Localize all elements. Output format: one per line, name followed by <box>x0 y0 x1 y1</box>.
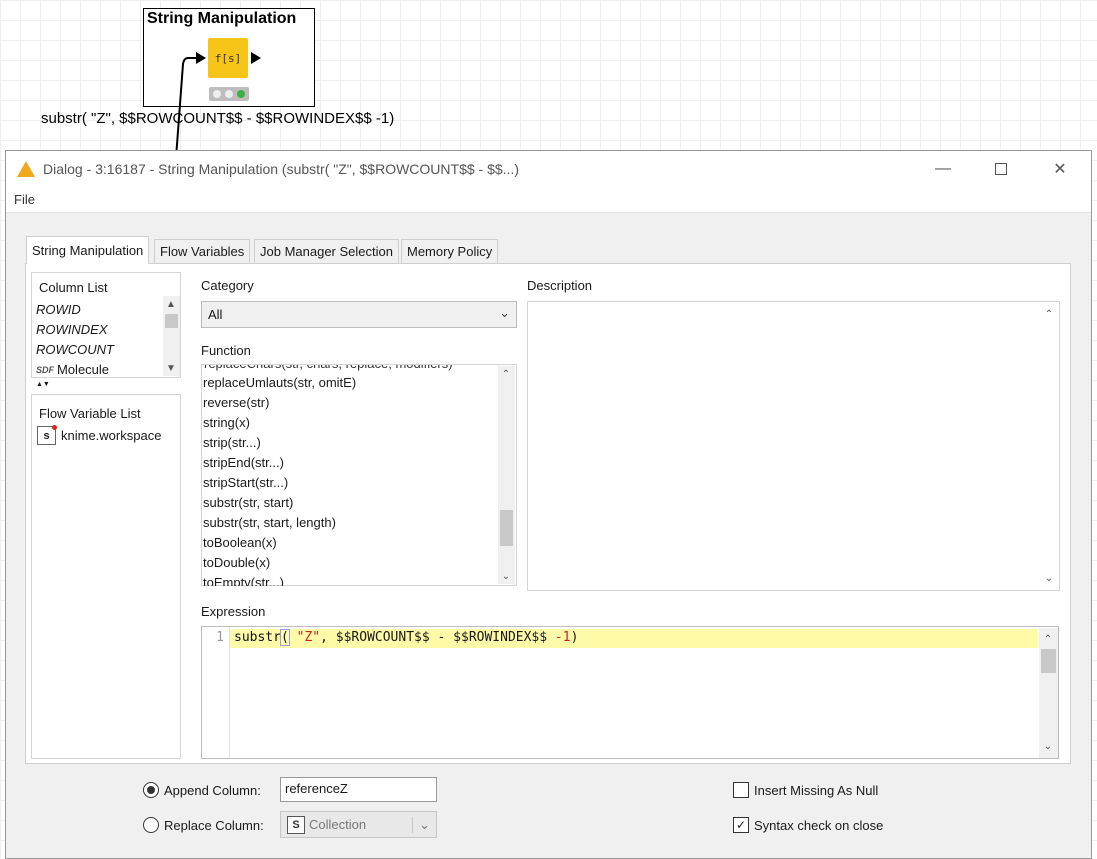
menu-file[interactable]: File <box>14 192 35 207</box>
code-open-paren: ( <box>279 629 290 646</box>
insert-missing-checkbox[interactable] <box>733 782 749 798</box>
node-status-traffic-light-icon <box>209 87 249 101</box>
split-divider-handle[interactable]: ▲▼ <box>34 381 184 391</box>
append-column-option[interactable]: Append Column: <box>143 782 261 798</box>
category-label: Category <box>201 278 254 293</box>
tab-job-manager-selection[interactable]: Job Manager Selection <box>254 239 399 263</box>
split-arrows-icon: ▲▼ <box>36 381 50 388</box>
tab-memory-policy[interactable]: Memory Policy <box>401 239 499 263</box>
scroll-up-icon[interactable]: ⌃ <box>1040 631 1056 647</box>
node-annotation-label[interactable]: substr( "Z", $$ROWCOUNT$$ - $$ROWINDEX$$… <box>41 110 394 127</box>
checkmark-icon: ✓ <box>735 818 747 832</box>
code-number: -1 <box>554 630 571 645</box>
close-icon: ✕ <box>1053 161 1067 178</box>
function-item[interactable]: toEmpty(str...) <box>203 575 284 586</box>
flow-variable-list-header: Flow Variable List <box>39 406 141 421</box>
node-output-port[interactable] <box>251 52 261 64</box>
function-item[interactable]: stripStart(str...) <box>203 475 288 490</box>
dialog-title: Dialog - 3:16187 - String Manipulation (… <box>43 161 519 177</box>
column-list-scrollbar[interactable]: ▲ ▼ <box>163 296 180 376</box>
function-item[interactable]: string(x) <box>203 415 250 430</box>
column-item-rowcount[interactable]: ROWCOUNT <box>36 342 114 357</box>
node-input-port[interactable] <box>196 52 206 64</box>
function-label: Function <box>201 343 251 358</box>
category-selected-value: All <box>208 307 223 322</box>
expression-scrollbar[interactable]: ⌃ ⌄ <box>1039 628 1058 758</box>
flow-variable-item-knime-workspace[interactable]: s knime.workspace <box>37 425 162 445</box>
expression-code[interactable]: substr( "Z", $$ROWCOUNT$$ - $$ROWINDEX$$… <box>234 629 579 646</box>
function-item[interactable]: substr(str, start) <box>203 495 293 510</box>
code-function: substr <box>234 630 281 645</box>
expression-label: Expression <box>201 604 266 619</box>
description-label: Description <box>527 278 593 293</box>
string-flow-variable-icon: s <box>37 425 57 445</box>
function-item[interactable]: strip(str...) <box>203 435 261 450</box>
code-variables: , $$ROWCOUNT$$ - $$ROWINDEX$$ <box>320 630 555 645</box>
dialog-window: Dialog - 3:16187 - String Manipulation (… <box>5 150 1092 859</box>
scroll-down-icon[interactable]: ▼ <box>163 360 179 376</box>
scroll-up-icon[interactable]: ⌃ <box>1041 306 1057 322</box>
function-list-scrollbar[interactable]: ⌃ ⌄ <box>498 366 515 584</box>
flow-variable-label: knime.workspace <box>61 428 162 443</box>
string-type-icon: S <box>287 815 305 834</box>
string-manipulation-node-icon[interactable]: f[s] <box>208 38 248 78</box>
radio-selected-dot <box>147 786 155 794</box>
column-item-rowid[interactable]: ROWID <box>36 302 81 317</box>
code-close-paren: ) <box>570 630 579 645</box>
scroll-down-icon[interactable]: ⌄ <box>498 568 514 584</box>
append-column-radio[interactable] <box>143 782 159 798</box>
column-item-rowindex[interactable]: ROWINDEX <box>36 322 108 337</box>
append-column-input[interactable]: referenceZ <box>280 777 437 802</box>
menu-bar: File <box>6 187 1091 213</box>
minimize-icon: — <box>935 160 951 177</box>
chevron-down-icon: ⌄ <box>499 305 510 320</box>
function-item[interactable]: stripEnd(str...) <box>203 455 284 470</box>
replace-column-select[interactable]: S Collection ⌄ <box>280 811 437 838</box>
description-box: ⌃ ⌄ <box>527 301 1060 591</box>
node-title: String Manipulation <box>147 10 297 27</box>
insert-missing-option[interactable]: Insert Missing As Null <box>733 782 878 798</box>
function-item[interactable]: substr(str, start, length) <box>203 515 336 530</box>
close-button[interactable]: ✕ <box>1037 151 1083 187</box>
syntax-check-label: Syntax check on close <box>754 817 884 833</box>
scroll-thumb[interactable] <box>1041 649 1056 673</box>
function-item-partial: replaceChars(str, chars, replace, modifi… <box>204 365 453 371</box>
string-manipulation-panel: Column List ROWID ROWINDEX ROWCOUNT SDF … <box>25 263 1071 764</box>
column-list-header: Column List <box>39 280 108 295</box>
function-item[interactable]: reverse(str) <box>203 395 269 410</box>
replace-column-label: Replace Column: <box>164 817 264 833</box>
function-item[interactable]: toDouble(x) <box>203 555 270 570</box>
scroll-thumb[interactable] <box>500 510 513 546</box>
scroll-thumb[interactable] <box>165 314 178 328</box>
scroll-down-icon[interactable]: ⌄ <box>1041 570 1057 586</box>
column-item-label: Molecule <box>57 362 110 377</box>
append-column-label: Append Column: <box>164 782 261 798</box>
scroll-up-icon[interactable]: ⌃ <box>498 366 514 382</box>
tab-flow-variables[interactable]: Flow Variables <box>154 239 251 263</box>
function-item[interactable]: toBoolean(x) <box>203 535 277 550</box>
insert-missing-label: Insert Missing As Null <box>754 782 879 798</box>
scroll-down-icon[interactable]: ⌄ <box>1040 738 1056 754</box>
line-number-gutter: 1 <box>202 627 230 758</box>
code-string: "Z" <box>296 630 321 645</box>
scroll-up-icon[interactable]: ▲ <box>163 296 179 312</box>
expression-editor[interactable]: 1 substr( "Z", $$ROWCOUNT$$ - $$ROWINDEX… <box>201 626 1059 759</box>
replace-column-value: Collection <box>309 817 367 832</box>
line-number: 1 <box>216 630 224 645</box>
sdf-type-icon: SDF <box>36 364 54 375</box>
syntax-check-checkbox[interactable]: ✓ <box>733 817 749 833</box>
tab-string-manipulation[interactable]: String Manipulation <box>26 236 150 264</box>
replace-column-option[interactable]: Replace Column: <box>143 817 264 833</box>
syntax-check-option[interactable]: ✓ Syntax check on close <box>733 817 883 833</box>
function-item[interactable]: replaceUmlauts(str, omitE) <box>203 375 356 390</box>
replace-column-radio[interactable] <box>143 817 159 833</box>
category-select[interactable]: All ⌄ <box>201 301 517 328</box>
maximize-icon <box>995 163 1007 175</box>
flow-variable-list-box <box>31 394 181 759</box>
column-item-molecule[interactable]: SDF Molecule <box>36 362 109 377</box>
chevron-down-icon: ⌄ <box>412 816 430 833</box>
minimize-button[interactable]: — <box>920 151 966 187</box>
knime-warning-logo-icon <box>17 161 35 177</box>
maximize-button[interactable] <box>978 151 1024 187</box>
